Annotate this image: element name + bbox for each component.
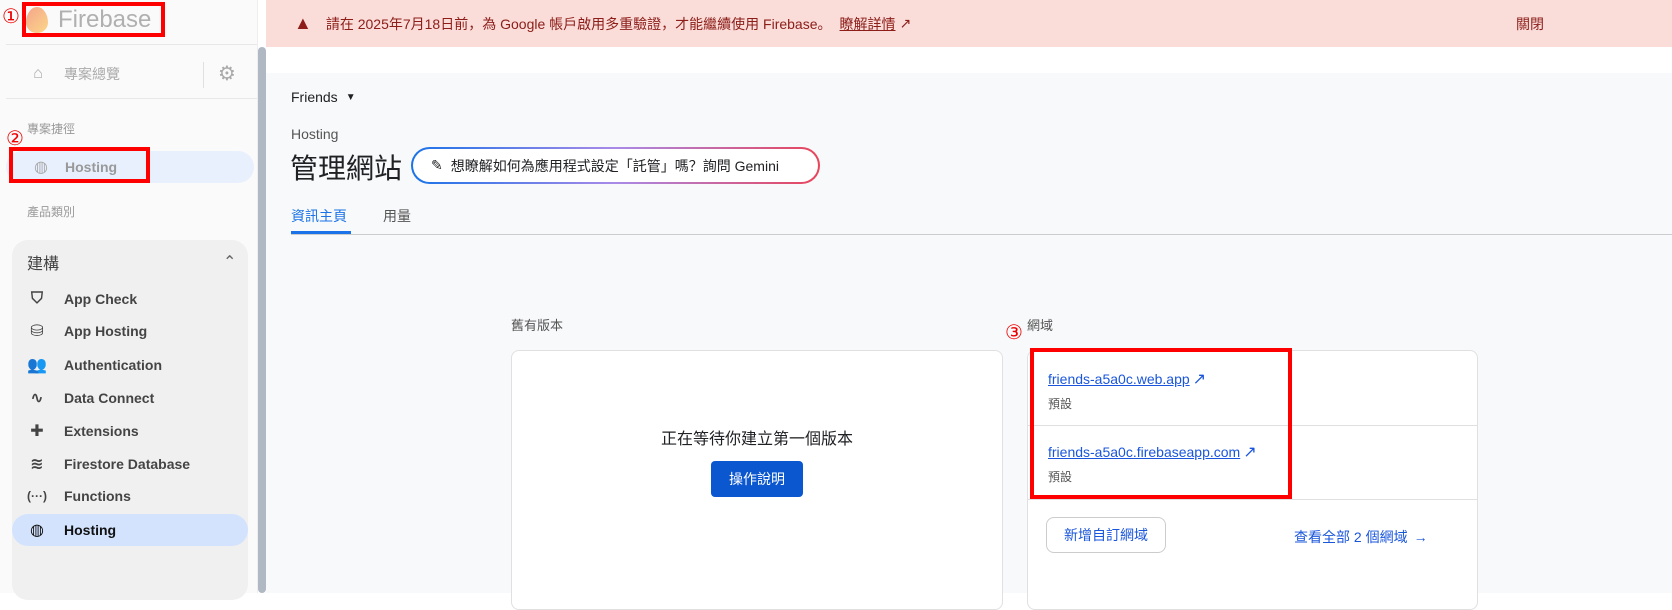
chevron-up-icon: ⌃ <box>223 254 237 271</box>
main-content: Friends ▼ Hosting 管理網站 ✎ 想瞭解如何為應用程式設定「託管」嗎… <box>266 73 1672 610</box>
build-title: 建構 <box>27 256 60 273</box>
sidebar: Firebase ⌂ 專案總覽 ⚙ 專案捷徑 ◍ Hosting 產品類別 建構 ⌃ … <box>0 0 258 600</box>
shortcuts-label: 專案捷徑 <box>27 122 76 136</box>
annotation-box-2 <box>9 147 150 183</box>
arrow-right-icon: → <box>1413 529 1428 545</box>
sidebar-item-extensions[interactable]: ✚ Extensions <box>12 415 248 447</box>
sidebar-scrollbar[interactable] <box>258 47 266 593</box>
empty-message: 正在等待你建立第一個版本 <box>660 431 853 448</box>
firestore-icon: ≋ <box>30 456 44 473</box>
sidebar-item-hosting[interactable]: ◍ Hosting <box>12 514 248 546</box>
banner-message: 請在 2025年7月18日前，為 Google 帳戶啟用多重驗證，才能繼續使用 … <box>325 15 832 32</box>
shield-check-icon: ⛉ <box>30 290 43 307</box>
mfa-banner: ▲ 請在 2025年7月18日前，為 Google 帳戶啟用多重驗證，才能繼續使… <box>266 0 1672 47</box>
item-label: Extensions <box>64 423 139 439</box>
item-label: Functions <box>64 488 131 504</box>
project-selector[interactable]: Friends ▼ <box>291 89 356 105</box>
external-link-icon: ↗ <box>899 15 912 31</box>
warning-icon: ▲ <box>294 13 312 33</box>
item-label: App Hosting <box>64 323 148 339</box>
domains-label: 網域 <box>1027 318 1054 333</box>
globe-icon: ◍ <box>30 522 44 539</box>
breadcrumb: Hosting <box>291 126 339 142</box>
annotation-number-1: ① <box>2 4 20 28</box>
categories-label: 產品類別 <box>27 205 76 219</box>
functions-icon: (···) <box>27 489 47 503</box>
annotation-box-3 <box>1030 348 1292 499</box>
item-label: Data Connect <box>64 390 155 406</box>
tab-dashboard[interactable]: 資訊主頁 <box>291 206 347 226</box>
annotation-number-3: ③ <box>1005 320 1023 344</box>
caret-down-icon: ▼ <box>345 91 356 103</box>
sidebar-item-authentication[interactable]: 👥 Authentication <box>12 349 248 381</box>
sidebar-item-firestore[interactable]: ≋ Firestore Database <box>12 448 248 480</box>
tab-usage[interactable]: 用量 <box>383 206 411 226</box>
people-icon: 👥 <box>27 357 47 374</box>
annotation-number-2: ② <box>6 126 24 150</box>
gemini-spark-icon: ✎ <box>431 157 443 173</box>
gear-icon: ⚙ <box>218 62 236 85</box>
learn-more-link[interactable]: 瞭解詳情 <box>840 14 896 34</box>
gemini-label: 想瞭解如何為應用程式設定「託管」嗎？詢問 Gemini <box>450 157 779 174</box>
instructions-button[interactable]: 操作說明 <box>711 461 803 497</box>
project-name: Friends <box>291 89 338 105</box>
build-group-header[interactable]: 建構 ⌃ <box>27 250 236 274</box>
view-all-label: 查看全部 2 個網域 <box>1294 529 1408 545</box>
sidebar-item-data-connect[interactable]: ∿ Data Connect <box>12 382 248 414</box>
home-icon: ⌂ <box>33 65 43 82</box>
close-banner-button[interactable]: 關閉 <box>1516 14 1544 34</box>
releases-label: 舊有版本 <box>511 318 564 333</box>
add-custom-domain-button[interactable]: 新增自訂網域 <box>1046 517 1166 553</box>
project-overview-link[interactable]: ⌂ 專案總覽 <box>28 64 120 84</box>
settings-button[interactable]: ⚙ <box>217 62 237 85</box>
item-label: App Check <box>64 291 138 307</box>
item-label: Hosting <box>64 522 117 538</box>
view-all-domains-link[interactable]: 查看全部 2 個網域 → <box>1294 527 1428 547</box>
annotation-box-1 <box>22 2 165 37</box>
puzzle-icon: ✚ <box>30 423 44 440</box>
page-title: 管理網站 <box>290 153 403 184</box>
data-connect-icon: ∿ <box>30 390 44 407</box>
overview-label: 專案總覽 <box>64 66 120 82</box>
app-hosting-icon: ⛁ <box>30 323 44 340</box>
sidebar-item-app-hosting[interactable]: ⛁ App Hosting <box>12 315 248 347</box>
releases-card: 正在等待你建立第一個版本 操作說明 <box>511 350 1003 610</box>
item-label: Authentication <box>64 357 162 373</box>
ask-gemini-button[interactable]: ✎ 想瞭解如何為應用程式設定「託管」嗎？詢問 Gemini <box>411 147 820 184</box>
sidebar-item-functions[interactable]: (···) Functions <box>12 480 248 512</box>
item-label: Firestore Database <box>64 456 191 472</box>
sidebar-item-app-check[interactable]: ⛉ App Check <box>12 283 248 315</box>
